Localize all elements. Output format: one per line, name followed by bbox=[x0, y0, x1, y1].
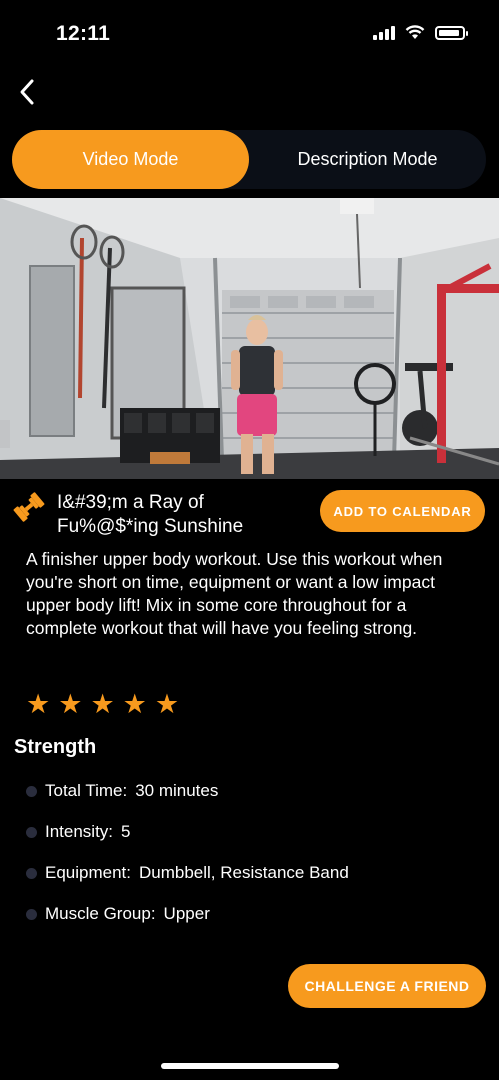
star-rating: ★ ★ ★ ★ ★ bbox=[26, 690, 179, 718]
back-button[interactable] bbox=[8, 72, 46, 112]
tab-description-mode[interactable]: Description Mode bbox=[249, 130, 486, 189]
chevron-left-icon bbox=[20, 79, 34, 105]
detail-label: Equipment: bbox=[45, 863, 131, 882]
bullet-icon bbox=[26, 785, 37, 797]
detail-value: 5 bbox=[121, 822, 131, 841]
challenge-friend-button[interactable]: CHALLENGE A FRIEND bbox=[288, 964, 486, 1008]
detail-value: 30 minutes bbox=[135, 781, 219, 800]
status-time: 12:11 bbox=[56, 22, 111, 45]
wifi-icon bbox=[405, 25, 425, 39]
workout-category: Strength bbox=[14, 736, 97, 758]
add-to-calendar-button[interactable]: ADD TO CALENDAR bbox=[320, 490, 485, 532]
video-player[interactable] bbox=[0, 198, 499, 479]
detail-equipment: Equipment: Dumbbell, Resistance Band bbox=[26, 863, 349, 883]
status-icons bbox=[373, 25, 468, 40]
detail-label: Muscle Group: bbox=[45, 904, 156, 923]
battery-icon bbox=[435, 25, 468, 40]
detail-value: Dumbbell, Resistance Band bbox=[139, 863, 349, 882]
video-frame-image bbox=[0, 198, 499, 479]
star-icon: ★ bbox=[90, 689, 115, 719]
detail-label: Intensity: bbox=[45, 822, 114, 841]
mode-toggle: Video Mode Description Mode bbox=[12, 130, 486, 189]
cellular-signal-icon bbox=[373, 25, 395, 40]
workout-description: A finisher upper body workout. Use this … bbox=[26, 549, 443, 638]
detail-value: Upper bbox=[163, 904, 210, 923]
star-icon: ★ bbox=[26, 689, 51, 719]
star-icon: ★ bbox=[122, 689, 147, 719]
bullet-icon bbox=[26, 826, 37, 838]
detail-total-time: Total Time: 30 minutes bbox=[26, 781, 218, 801]
detail-muscle-group: Muscle Group: Upper bbox=[26, 904, 210, 924]
detail-intensity: Intensity: 5 bbox=[26, 822, 131, 842]
star-icon: ★ bbox=[58, 689, 83, 719]
bullet-icon bbox=[26, 867, 37, 879]
workout-title: I&#39;m a Ray of Fu%@$*ing Sunshine bbox=[57, 492, 244, 537]
bullet-icon bbox=[26, 908, 37, 920]
home-indicator[interactable] bbox=[161, 1063, 339, 1069]
tab-video-mode[interactable]: Video Mode bbox=[12, 130, 249, 189]
detail-label: Total Time: bbox=[45, 781, 128, 800]
status-bar: 12:11 bbox=[0, 0, 499, 66]
star-icon: ★ bbox=[154, 689, 180, 719]
dumbbell-icon bbox=[13, 492, 45, 522]
